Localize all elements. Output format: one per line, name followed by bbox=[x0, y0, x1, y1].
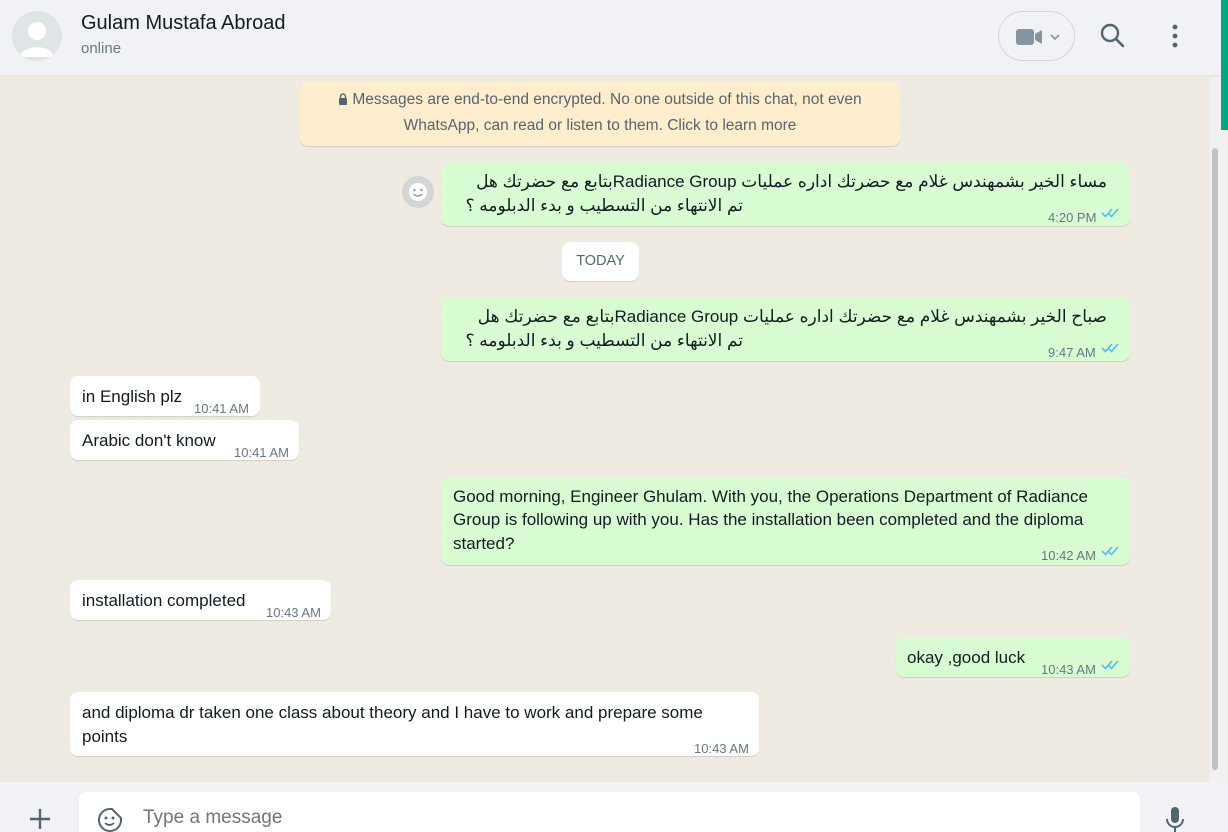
date-separator: TODAY bbox=[562, 242, 639, 281]
react-emoji-button[interactable] bbox=[402, 176, 434, 208]
lock-icon bbox=[339, 93, 348, 105]
message-text: صباح الخير بشمهندس غلام مع حضرتك اداره ع… bbox=[477, 307, 1107, 326]
message-text: points bbox=[82, 727, 128, 746]
message-bubble-outgoing[interactable]: okay ,good luck 10:43 AM bbox=[896, 637, 1130, 677]
message-text: okay ,good luck bbox=[907, 648, 1026, 667]
encryption-notice-line2: WhatsApp, can read or listen to them. Cl… bbox=[403, 117, 797, 134]
encryption-notice-line1: Messages are end-to-end encrypted. No on… bbox=[352, 91, 862, 108]
search-button[interactable] bbox=[1097, 20, 1129, 52]
message-text: Good morning, Engineer Ghulam. With you,… bbox=[453, 487, 1089, 506]
video-call-button[interactable] bbox=[998, 11, 1075, 61]
message-time: 10:43 AM bbox=[1041, 662, 1096, 677]
message-time: 10:41 AM bbox=[234, 445, 289, 460]
message-time: 10:42 AM bbox=[1041, 548, 1096, 563]
message-time: 4:20 PM bbox=[1048, 210, 1097, 225]
message-text: تم الانتهاء من التسطيب و بدء الدبلومه ؟ bbox=[465, 331, 743, 350]
message-bubble-incoming[interactable]: and diploma dr taken one class about the… bbox=[70, 692, 759, 756]
contact-status: online bbox=[81, 40, 122, 57]
sticker-icon bbox=[98, 808, 122, 832]
contact-name[interactable]: Gulam Mustafa Abroad bbox=[81, 12, 286, 35]
plus-icon bbox=[30, 809, 50, 829]
message-bubble-incoming[interactable]: in English plz 10:41 AM bbox=[70, 376, 260, 416]
message-bubble-incoming[interactable]: Arabic don't know 10:41 AM bbox=[70, 420, 299, 460]
message-bubble-outgoing[interactable]: مساء الخير بشمهندس غلام مع حضرتك اداره ع… bbox=[441, 162, 1130, 226]
message-input[interactable] bbox=[143, 807, 1123, 829]
message-time: 10:43 AM bbox=[266, 605, 321, 620]
message-bubble-incoming[interactable]: installation completed 10:43 AM bbox=[70, 580, 331, 620]
message-bubble-outgoing[interactable]: صباح الخير بشمهندس غلام مع حضرتك اداره ع… bbox=[441, 297, 1130, 361]
smiley-icon bbox=[409, 183, 427, 201]
voice-message-button[interactable] bbox=[1162, 805, 1188, 832]
microphone-icon bbox=[1166, 807, 1184, 832]
chevron-down-icon bbox=[1050, 34, 1060, 41]
message-bubble-outgoing[interactable]: Good morning, Engineer Ghulam. With you,… bbox=[441, 477, 1130, 565]
read-ticks-icon bbox=[1101, 546, 1119, 556]
emoji-button[interactable] bbox=[96, 806, 124, 832]
contact-avatar[interactable] bbox=[12, 11, 62, 61]
attach-button[interactable] bbox=[26, 805, 54, 832]
message-text: Arabic don't know bbox=[82, 431, 216, 450]
search-icon bbox=[1100, 23, 1125, 48]
read-ticks-icon bbox=[1101, 208, 1119, 218]
message-time: 9:47 AM bbox=[1048, 345, 1096, 360]
menu-button[interactable] bbox=[1160, 20, 1190, 52]
message-time: 10:41 AM bbox=[194, 401, 249, 416]
message-text: installation completed bbox=[82, 591, 246, 610]
default-avatar-icon bbox=[20, 22, 54, 57]
message-text: and diploma dr taken one class about the… bbox=[82, 703, 703, 722]
message-text: started? bbox=[453, 534, 515, 553]
scrollbar-thumb[interactable] bbox=[1212, 148, 1218, 770]
message-text: تم الانتهاء من التسطيب و بدء الدبلومه ؟ bbox=[465, 196, 743, 215]
menu-icon bbox=[1172, 24, 1178, 48]
accent-edge bbox=[1221, 0, 1228, 130]
message-time: 10:43 AM bbox=[694, 741, 749, 756]
read-ticks-icon bbox=[1101, 660, 1119, 670]
encryption-notice[interactable]: Messages are end-to-end encrypted. No on… bbox=[300, 82, 900, 146]
read-ticks-icon bbox=[1101, 343, 1119, 353]
message-text: in English plz bbox=[82, 387, 183, 406]
video-call-icon bbox=[1016, 29, 1042, 45]
message-text: Group is following up with you. Has the … bbox=[453, 510, 1084, 529]
message-text: مساء الخير بشمهندس غلام مع حضرتك اداره ع… bbox=[476, 172, 1107, 191]
